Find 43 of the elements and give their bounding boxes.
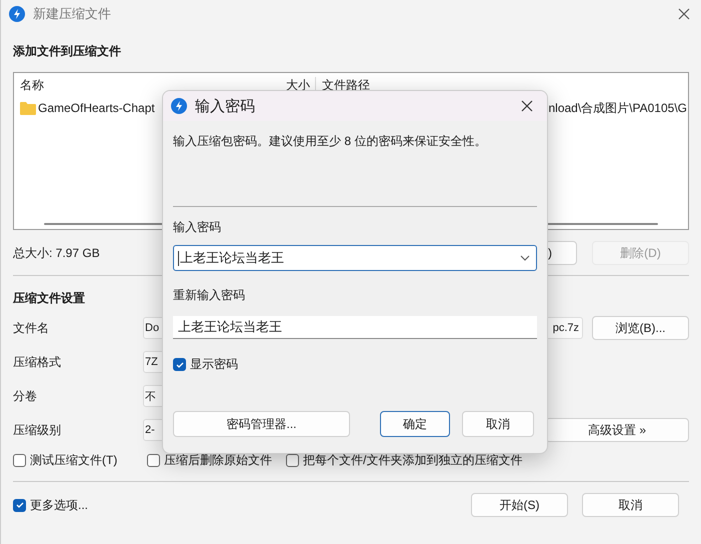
confirm-password-field[interactable]: 上老王论坛当老王 xyxy=(173,316,537,339)
dialog-button[interactable]: 确定 xyxy=(380,411,450,437)
section-heading: 压缩文件设置 xyxy=(13,290,85,306)
column-header[interactable]: 文件路径 xyxy=(316,76,370,94)
app-icon xyxy=(9,6,25,22)
dialog-button[interactable]: 取消 xyxy=(462,411,534,437)
checkbox[interactable] xyxy=(13,498,26,512)
footer-button[interactable]: 开始(S) xyxy=(471,493,568,517)
checkbox-label: 更多选项... xyxy=(30,496,88,514)
field-label: 重新输入密码 xyxy=(173,287,245,304)
checkmark-icon xyxy=(14,500,24,510)
checkbox-label: 测试压缩文件(T) xyxy=(30,452,118,469)
checkbox[interactable] xyxy=(13,454,26,467)
field-label: 文件名 xyxy=(13,320,50,336)
file-name: GameOfHearts-Chapt xyxy=(38,101,155,115)
checkbox-label: 压缩后删除原始文件 xyxy=(164,452,272,469)
field-label: 输入密码 xyxy=(173,219,221,236)
dialog-description: 输入压缩包密码。建议使用至少 8 位的密码来保证安全性。 xyxy=(173,133,486,150)
checkbox-label: 把每个文件/文件夹添加到独立的压缩文件 xyxy=(303,452,522,469)
app-icon xyxy=(171,98,187,114)
section-heading: 添加文件到压缩文件 xyxy=(13,43,121,59)
dialog-title: 输入密码 xyxy=(195,96,255,116)
file-path: nload\合成图片\PA0105\G xyxy=(548,100,687,116)
settings-button[interactable]: 浏览(B)... xyxy=(592,316,689,340)
total-size: 总大小: 7.97 GB xyxy=(13,244,100,262)
field-label: 分卷 xyxy=(13,388,38,404)
field-label: 压缩格式 xyxy=(13,354,62,370)
close-icon[interactable] xyxy=(521,100,533,112)
folder-icon xyxy=(20,102,36,114)
checkbox[interactable] xyxy=(173,358,186,371)
password-field[interactable]: 上老王论坛当老王 xyxy=(173,245,537,271)
window-title: 新建压缩文件 xyxy=(33,5,111,23)
field-label: 压缩级别 xyxy=(13,422,62,438)
dialog-button[interactable]: 密码管理器... xyxy=(173,411,350,437)
settings-button[interactable]: 高级设置 » xyxy=(545,418,689,442)
footer-button[interactable]: 取消 xyxy=(582,493,679,517)
chevron-down-icon[interactable] xyxy=(520,255,530,261)
checkbox[interactable] xyxy=(286,454,299,467)
checkbox[interactable] xyxy=(147,454,160,467)
close-icon[interactable] xyxy=(678,8,690,20)
checkbox-label: 显示密码 xyxy=(190,356,238,373)
column-header[interactable]: 名称 xyxy=(14,76,280,94)
checkmark-icon xyxy=(174,360,184,370)
